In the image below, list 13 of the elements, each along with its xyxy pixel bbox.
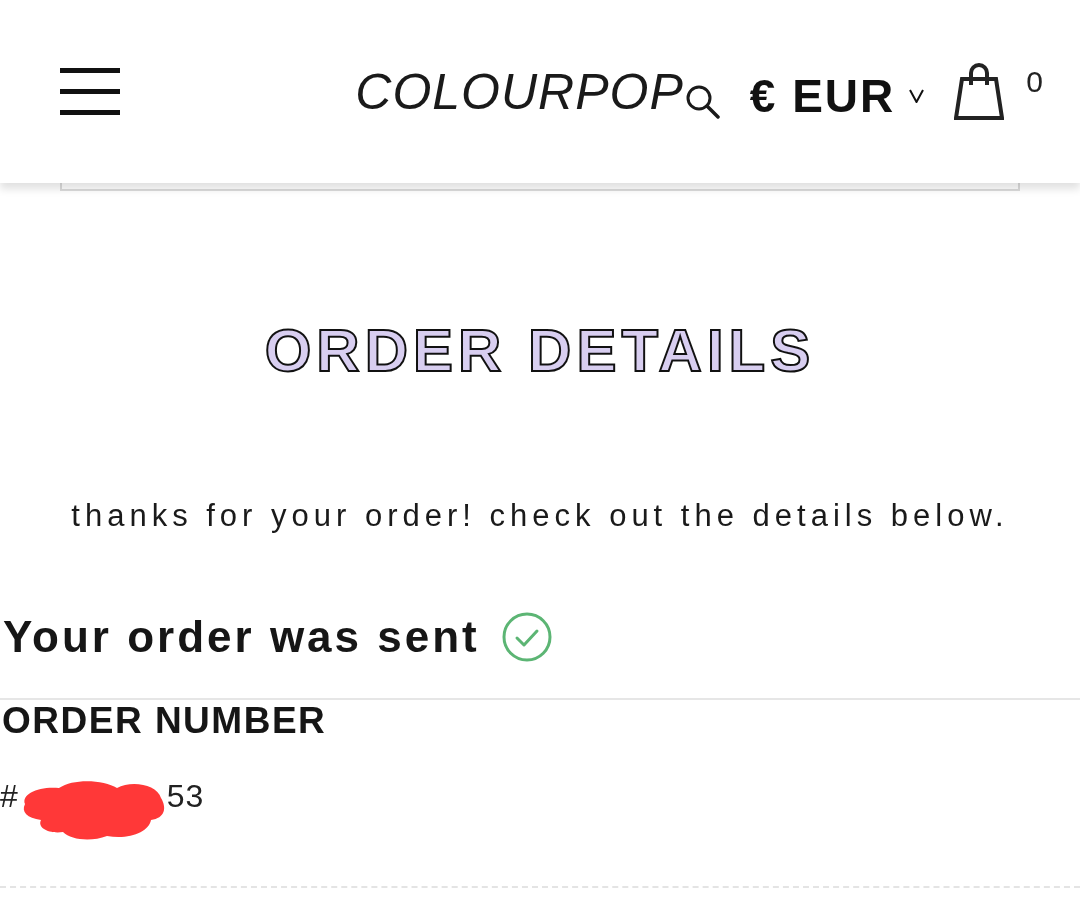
cart-button[interactable]: 0 [954, 63, 1043, 120]
search-icon[interactable] [685, 84, 720, 119]
bag-icon [954, 63, 1005, 120]
order-number-label: ORDER NUMBER [1, 702, 328, 739]
menu-icon[interactable] [60, 68, 120, 115]
caret-icon [909, 88, 925, 103]
order-number-start: # [0, 780, 19, 812]
logo[interactable]: COLOURPOP [355, 66, 684, 117]
intro-text: thanks for your order! check out the details below. [70, 500, 1010, 531]
currency-selector[interactable]: € EUR [749, 72, 925, 119]
status-heading: Your order was sent [3, 615, 480, 659]
page-title: ORDER DETAILS [263, 321, 817, 381]
order-number-end: 53 [166, 780, 205, 812]
